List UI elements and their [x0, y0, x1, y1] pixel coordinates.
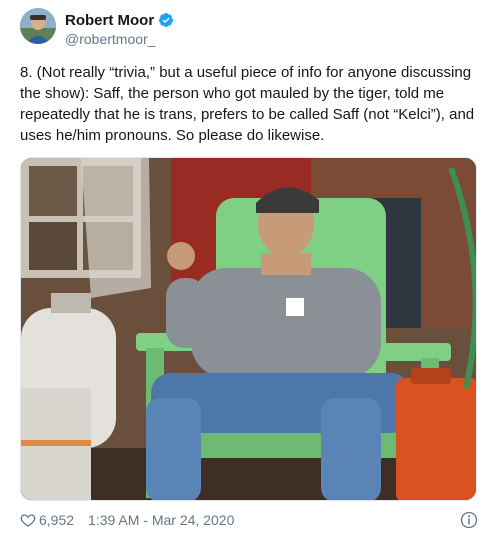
tweet-timestamp[interactable]: 1:39 AM - Mar 24, 2020 — [88, 512, 234, 528]
tweet-footer: 6,952 1:39 AM - Mar 24, 2020 — [20, 510, 478, 530]
author-names: Robert Moor @robertmoor_ — [65, 10, 174, 47]
author-display-name[interactable]: Robert Moor — [65, 12, 154, 29]
like-count[interactable]: 6,952 — [39, 512, 74, 528]
tweet-header: Robert Moor @robertmoor_ — [20, 8, 480, 48]
tweet-text: 8. (Not really “trivia,” but a useful pi… — [20, 64, 475, 144]
verified-badge-icon — [158, 12, 174, 28]
info-icon[interactable] — [460, 511, 478, 529]
author-avatar[interactable] — [20, 8, 56, 44]
heart-icon[interactable] — [20, 512, 36, 528]
author-handle[interactable]: @robertmoor_ — [65, 31, 174, 47]
tweet-photo[interactable] — [20, 157, 477, 501]
